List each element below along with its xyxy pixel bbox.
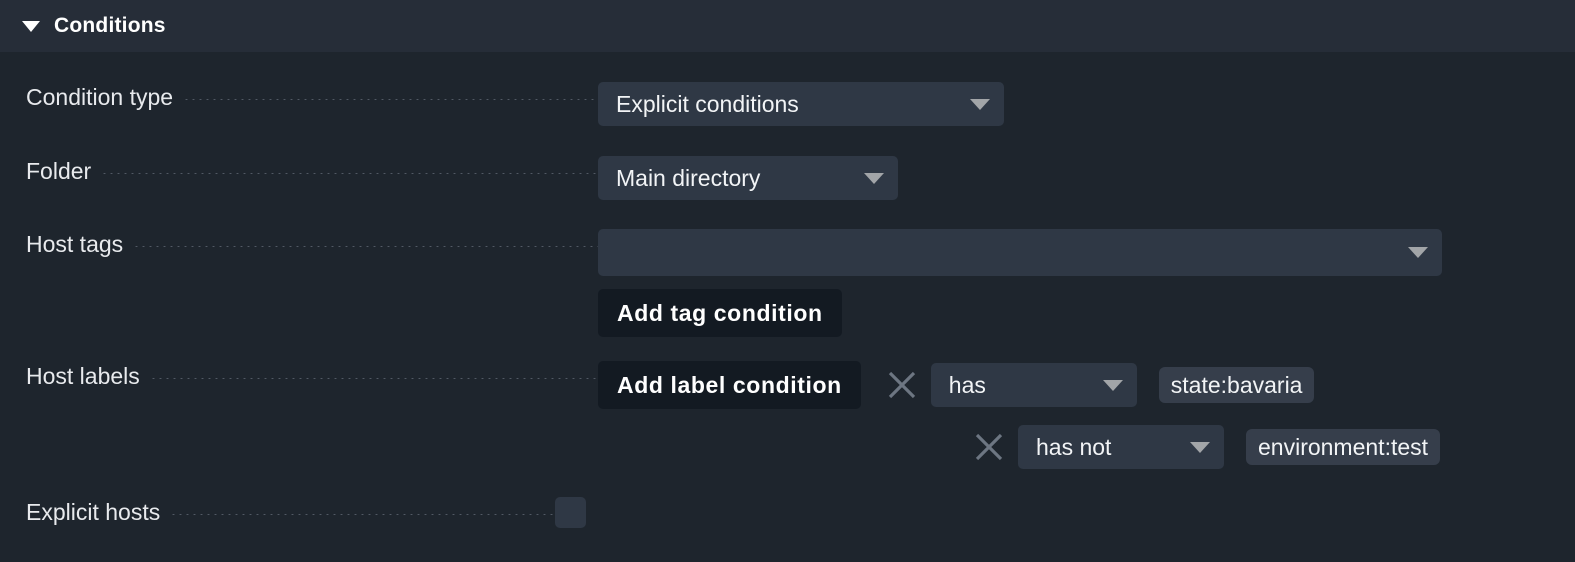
- host-tags-label-cell: Host tags: [26, 229, 598, 258]
- chevron-down-icon: [1190, 441, 1210, 453]
- row-host-tags: Host tags Add tag condition: [0, 229, 1575, 337]
- label-operator-value-0: has: [948, 371, 986, 398]
- explicit-hosts-label: Explicit hosts: [26, 499, 161, 525]
- explicit-hosts-fields: [555, 497, 1575, 528]
- folder-select-value: Main directory: [616, 164, 761, 191]
- host-tags-select[interactable]: [598, 229, 1442, 276]
- dotted-leader: [149, 378, 598, 379]
- condition-type-label: Condition type: [26, 84, 174, 110]
- explicit-hosts-label-cell: Explicit hosts: [26, 497, 555, 526]
- triangle-down-icon[interactable]: [22, 20, 40, 32]
- conditions-panel: Conditions Condition type Explicit condi…: [0, 0, 1575, 562]
- chevron-down-icon: [1408, 247, 1428, 258]
- folder-fields: Main directory: [598, 156, 1575, 200]
- folder-select[interactable]: Main directory: [598, 156, 898, 200]
- row-folder: Folder Main directory: [0, 156, 1575, 200]
- label-operator-value-1: has not: [1036, 433, 1112, 460]
- chevron-down-icon: [970, 98, 990, 110]
- condition-type-fields: Explicit conditions: [598, 82, 1575, 126]
- label-operator-select-0[interactable]: has: [930, 363, 1137, 407]
- label-chip-1[interactable]: environment:test: [1246, 429, 1441, 465]
- label-condition-row: has not environment:test: [598, 423, 1441, 471]
- chevron-down-icon: [1102, 379, 1123, 391]
- dotted-leader: [101, 173, 598, 174]
- host-tags-label: Host tags: [26, 231, 124, 257]
- folder-label: Folder: [26, 158, 92, 184]
- conditions-body: Condition type Explicit conditions Folde…: [0, 52, 1575, 528]
- host-labels-label: Host labels: [26, 363, 140, 389]
- host-labels-label-cell: Host labels: [26, 361, 598, 390]
- add-label-condition-button[interactable]: Add label condition: [598, 361, 861, 409]
- dotted-leader: [133, 246, 598, 247]
- label-operator-select-1[interactable]: has not: [1018, 425, 1224, 469]
- folder-label-cell: Folder: [26, 156, 598, 185]
- add-tag-condition-button[interactable]: Add tag condition: [598, 289, 842, 337]
- conditions-header[interactable]: Conditions: [0, 0, 1575, 52]
- close-x-icon[interactable]: [883, 366, 921, 404]
- row-host-labels: Host labels Add label condition has stat…: [0, 361, 1575, 471]
- page-title: Conditions: [54, 14, 166, 37]
- chevron-down-icon: [864, 172, 884, 184]
- row-explicit-hosts: Explicit hosts: [0, 497, 1575, 528]
- label-chip-0[interactable]: state:bavaria: [1158, 367, 1315, 403]
- label-condition-row: Add label condition has state:bavaria: [598, 361, 1315, 409]
- host-labels-fields: Add label condition has state:bavaria ha…: [598, 361, 1575, 471]
- close-x-icon[interactable]: [970, 428, 1008, 466]
- row-condition-type: Condition type Explicit conditions: [0, 82, 1575, 126]
- host-tags-fields: Add tag condition: [598, 229, 1575, 337]
- dotted-leader: [183, 99, 598, 100]
- dotted-leader: [170, 514, 555, 515]
- condition-type-select[interactable]: Explicit conditions: [598, 82, 1004, 126]
- condition-type-label-cell: Condition type: [26, 82, 598, 111]
- condition-type-select-value: Explicit conditions: [616, 90, 799, 117]
- explicit-hosts-checkbox[interactable]: [555, 497, 586, 528]
